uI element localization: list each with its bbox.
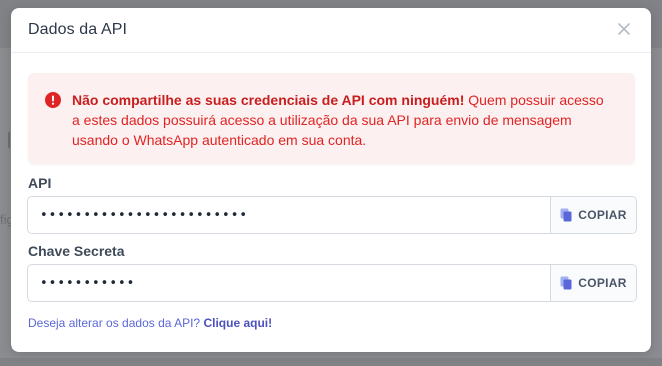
secret-key-label: Chave Secreta [28,243,125,259]
copy-icon [560,208,572,222]
exclamation-circle-icon [45,92,61,108]
warning-alert: Não compartilhe as suas credenciais de A… [28,73,635,164]
api-input[interactable] [28,197,550,233]
modal-title: Dados da API [28,21,128,38]
close-icon [618,23,630,35]
alert-bold-text: Não compartilhe as suas credenciais de A… [72,92,465,108]
api-input-group: COPIAR [27,196,637,234]
copy-icon [560,276,572,290]
copy-secret-key-label: COPIAR [578,276,627,290]
modal-header: Dados da API [11,8,651,53]
copy-secret-key-button[interactable]: COPIAR [550,265,636,301]
change-api-link[interactable]: Clique aqui! [203,316,272,330]
close-button[interactable] [617,22,633,38]
secret-key-input[interactable] [28,265,550,301]
change-api-question: Deseja alterar os dados da API? [28,316,201,330]
change-api-prompt: Deseja alterar os dados da API? Clique a… [28,316,272,330]
api-data-modal: Dados da API Não compartilhe as suas cre… [11,8,651,352]
copy-api-label: COPIAR [578,208,627,222]
secret-key-input-group: COPIAR [27,264,637,302]
alert-text: Não compartilhe as suas credenciais de A… [72,92,604,148]
api-label: API [28,175,52,191]
copy-api-button[interactable]: COPIAR [550,197,636,233]
